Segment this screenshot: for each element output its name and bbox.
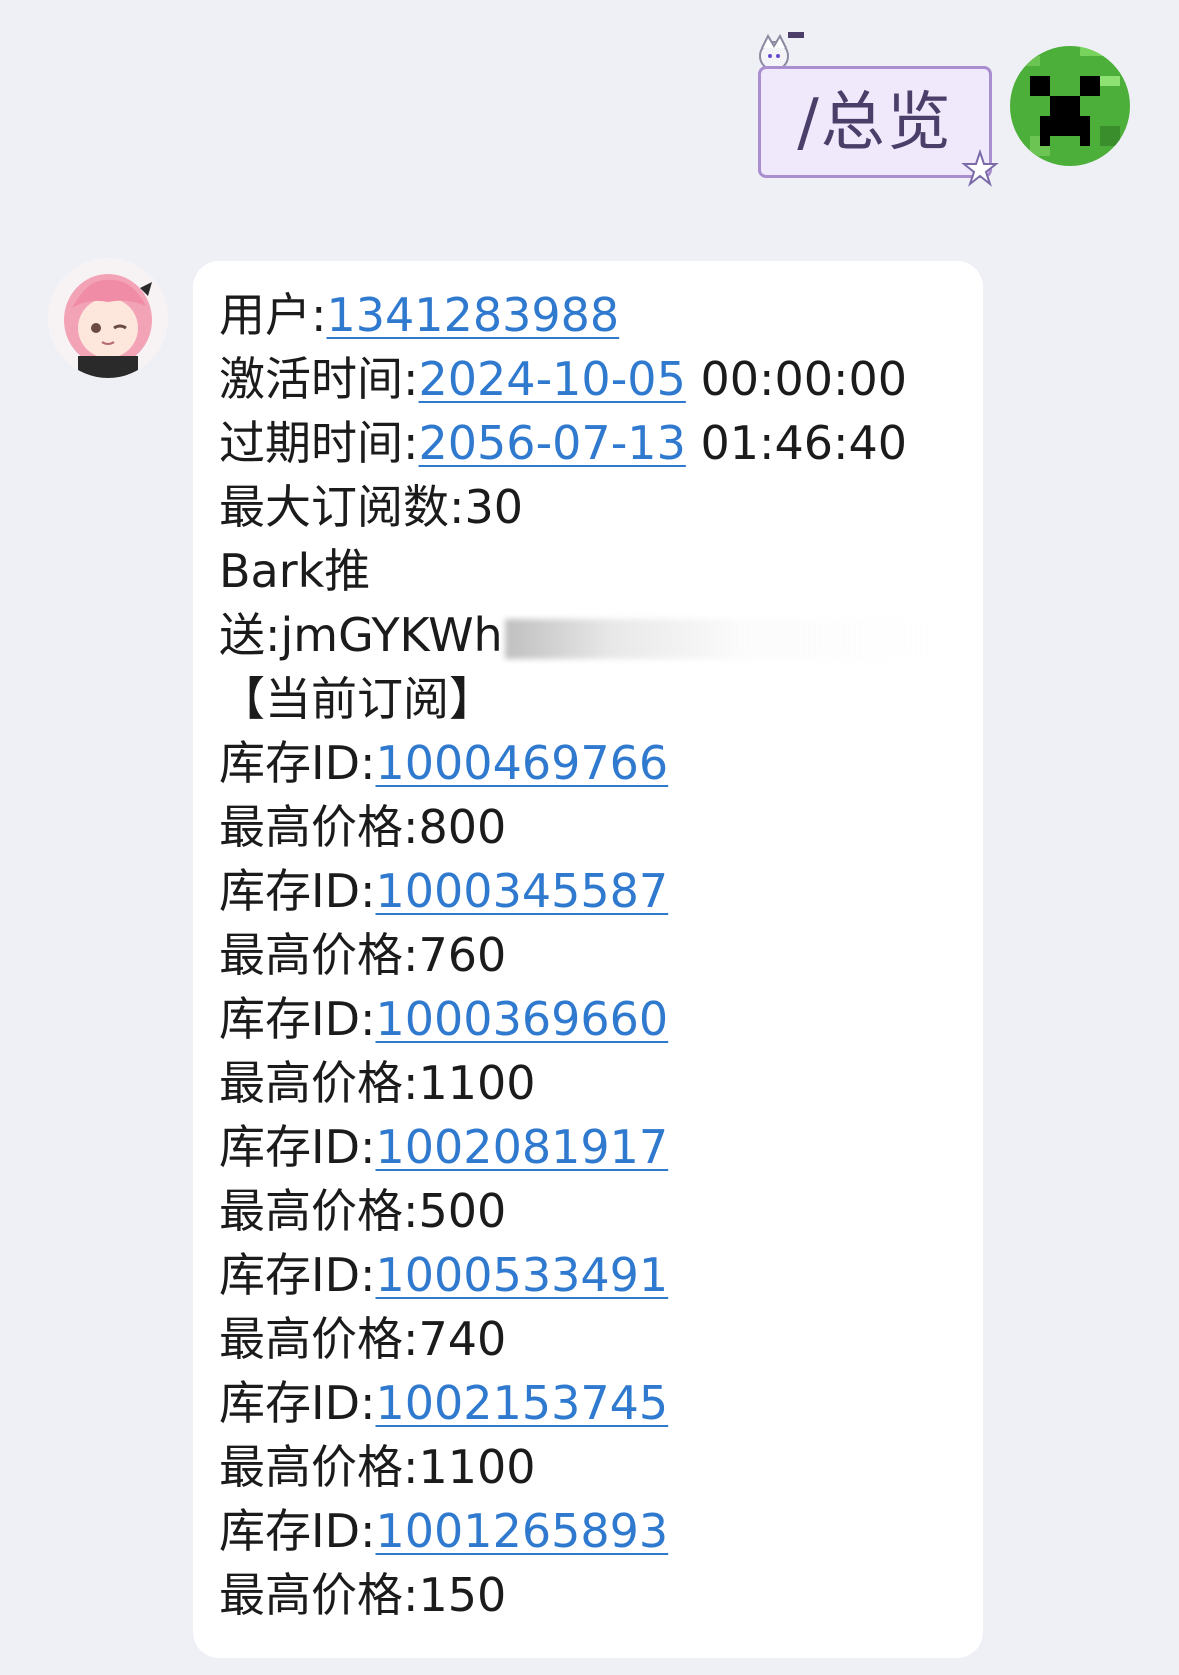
max-price-value: 1100	[418, 1056, 536, 1110]
bark-key-line: 送:jmGYKWh	[219, 603, 963, 667]
expiry-line: 过期时间:2056-07-13 01:46:40	[219, 411, 963, 475]
expiry-label: 过期时间:	[219, 416, 419, 470]
user-line: 用户:1341283988	[219, 283, 963, 347]
max-price-label: 最高价格:	[219, 1568, 419, 1622]
max-subscriptions-value: 30	[464, 480, 524, 534]
max-subscriptions-label: 最大订阅数:	[219, 480, 465, 534]
bark-key-visible: jmGYKWh	[280, 608, 503, 662]
stock-id-label: 库存ID:	[219, 1504, 376, 1558]
subscription-list: 库存ID:1000469766 最高价格:800 库存ID:1000345587 最高…	[219, 731, 963, 1627]
max-price-line: 最高价格:150	[219, 1563, 963, 1627]
stock-id-link[interactable]: 1001265893	[376, 1504, 669, 1558]
activation-line: 激活时间:2024-10-05 00:00:00	[219, 347, 963, 411]
star-sticker-icon	[960, 148, 1000, 192]
stock-id-line: 库存ID:1002153745	[219, 1371, 963, 1435]
max-price-line: 最高价格:760	[219, 923, 963, 987]
stock-id-line: 库存ID:1000369660	[219, 987, 963, 1051]
stock-id-link[interactable]: 1002081917	[376, 1120, 669, 1174]
stock-id-label: 库存ID:	[219, 1376, 376, 1430]
command-bubble[interactable]: /总览	[758, 66, 992, 178]
stock-id-label: 库存ID:	[219, 1248, 376, 1302]
stock-id-label: 库存ID:	[219, 1120, 376, 1174]
max-price-value: 760	[418, 928, 507, 982]
max-price-value: 800	[418, 800, 507, 854]
activation-time: 00:00:00	[700, 352, 908, 406]
stock-id-link[interactable]: 1000345587	[376, 864, 669, 918]
stock-id-link[interactable]: 1000469766	[376, 736, 669, 790]
bot-message-bubble: 用户:1341283988 激活时间:2024-10-05 00:00:00 过…	[193, 261, 983, 1658]
activation-label: 激活时间:	[219, 352, 419, 406]
max-subscriptions-line: 最大订阅数:30	[219, 475, 963, 539]
stock-id-label: 库存ID:	[219, 992, 376, 1046]
max-price-label: 最高价格:	[219, 800, 419, 854]
stock-id-link[interactable]: 1000369660	[376, 992, 669, 1046]
stock-id-link[interactable]: 1002153745	[376, 1376, 669, 1430]
max-price-label: 最高价格:	[219, 1184, 419, 1238]
bark-key-redacted	[504, 618, 935, 659]
stock-id-label: 库存ID:	[219, 736, 376, 790]
max-price-label: 最高价格:	[219, 928, 419, 982]
max-price-label: 最高价格:	[219, 1056, 419, 1110]
stock-id-link[interactable]: 1000533491	[376, 1248, 669, 1302]
command-text: /总览	[797, 86, 953, 160]
max-price-value: 150	[418, 1568, 507, 1622]
subscriptions-header: 【当前订阅】	[219, 672, 495, 726]
stock-id-line: 库存ID:1001265893	[219, 1499, 963, 1563]
user-id-link[interactable]: 1341283988	[327, 288, 620, 342]
expiry-time: 01:46:40	[700, 416, 908, 470]
stock-id-line: 库存ID:1000533491	[219, 1243, 963, 1307]
max-price-line: 最高价格:800	[219, 795, 963, 859]
max-price-value: 500	[418, 1184, 507, 1238]
max-price-line: 最高价格:740	[219, 1307, 963, 1371]
expiry-date-link[interactable]: 2056-07-13	[419, 416, 686, 470]
bot-avatar-anime-girl[interactable]	[48, 258, 168, 378]
user-label: 用户:	[219, 288, 327, 342]
stock-id-line: 库存ID:1000469766	[219, 731, 963, 795]
my-avatar-creeper[interactable]	[1010, 46, 1130, 166]
stock-id-line: 库存ID:1002081917	[219, 1115, 963, 1179]
activation-date-link[interactable]: 2024-10-05	[419, 352, 686, 406]
max-price-line: 最高价格:1100	[219, 1435, 963, 1499]
stock-id-line: 库存ID:1000345587	[219, 859, 963, 923]
bark-label: Bark推	[219, 544, 371, 598]
stock-id-label: 库存ID:	[219, 864, 376, 918]
chat-screen: /总览 用户:1341283988 激活时间:2024-10-05 00:00:…	[0, 0, 1179, 1675]
max-price-line: 最高价格:500	[219, 1179, 963, 1243]
max-price-label: 最高价格:	[219, 1440, 419, 1494]
message-content: 用户:1341283988 激活时间:2024-10-05 00:00:00 过…	[219, 283, 963, 1627]
max-price-value: 740	[418, 1312, 507, 1366]
max-price-label: 最高价格:	[219, 1312, 419, 1366]
bark-label-line: Bark推	[219, 539, 963, 603]
bark-label-cont: 送:	[219, 608, 281, 662]
max-price-line: 最高价格:1100	[219, 1051, 963, 1115]
max-price-value: 1100	[418, 1440, 536, 1494]
